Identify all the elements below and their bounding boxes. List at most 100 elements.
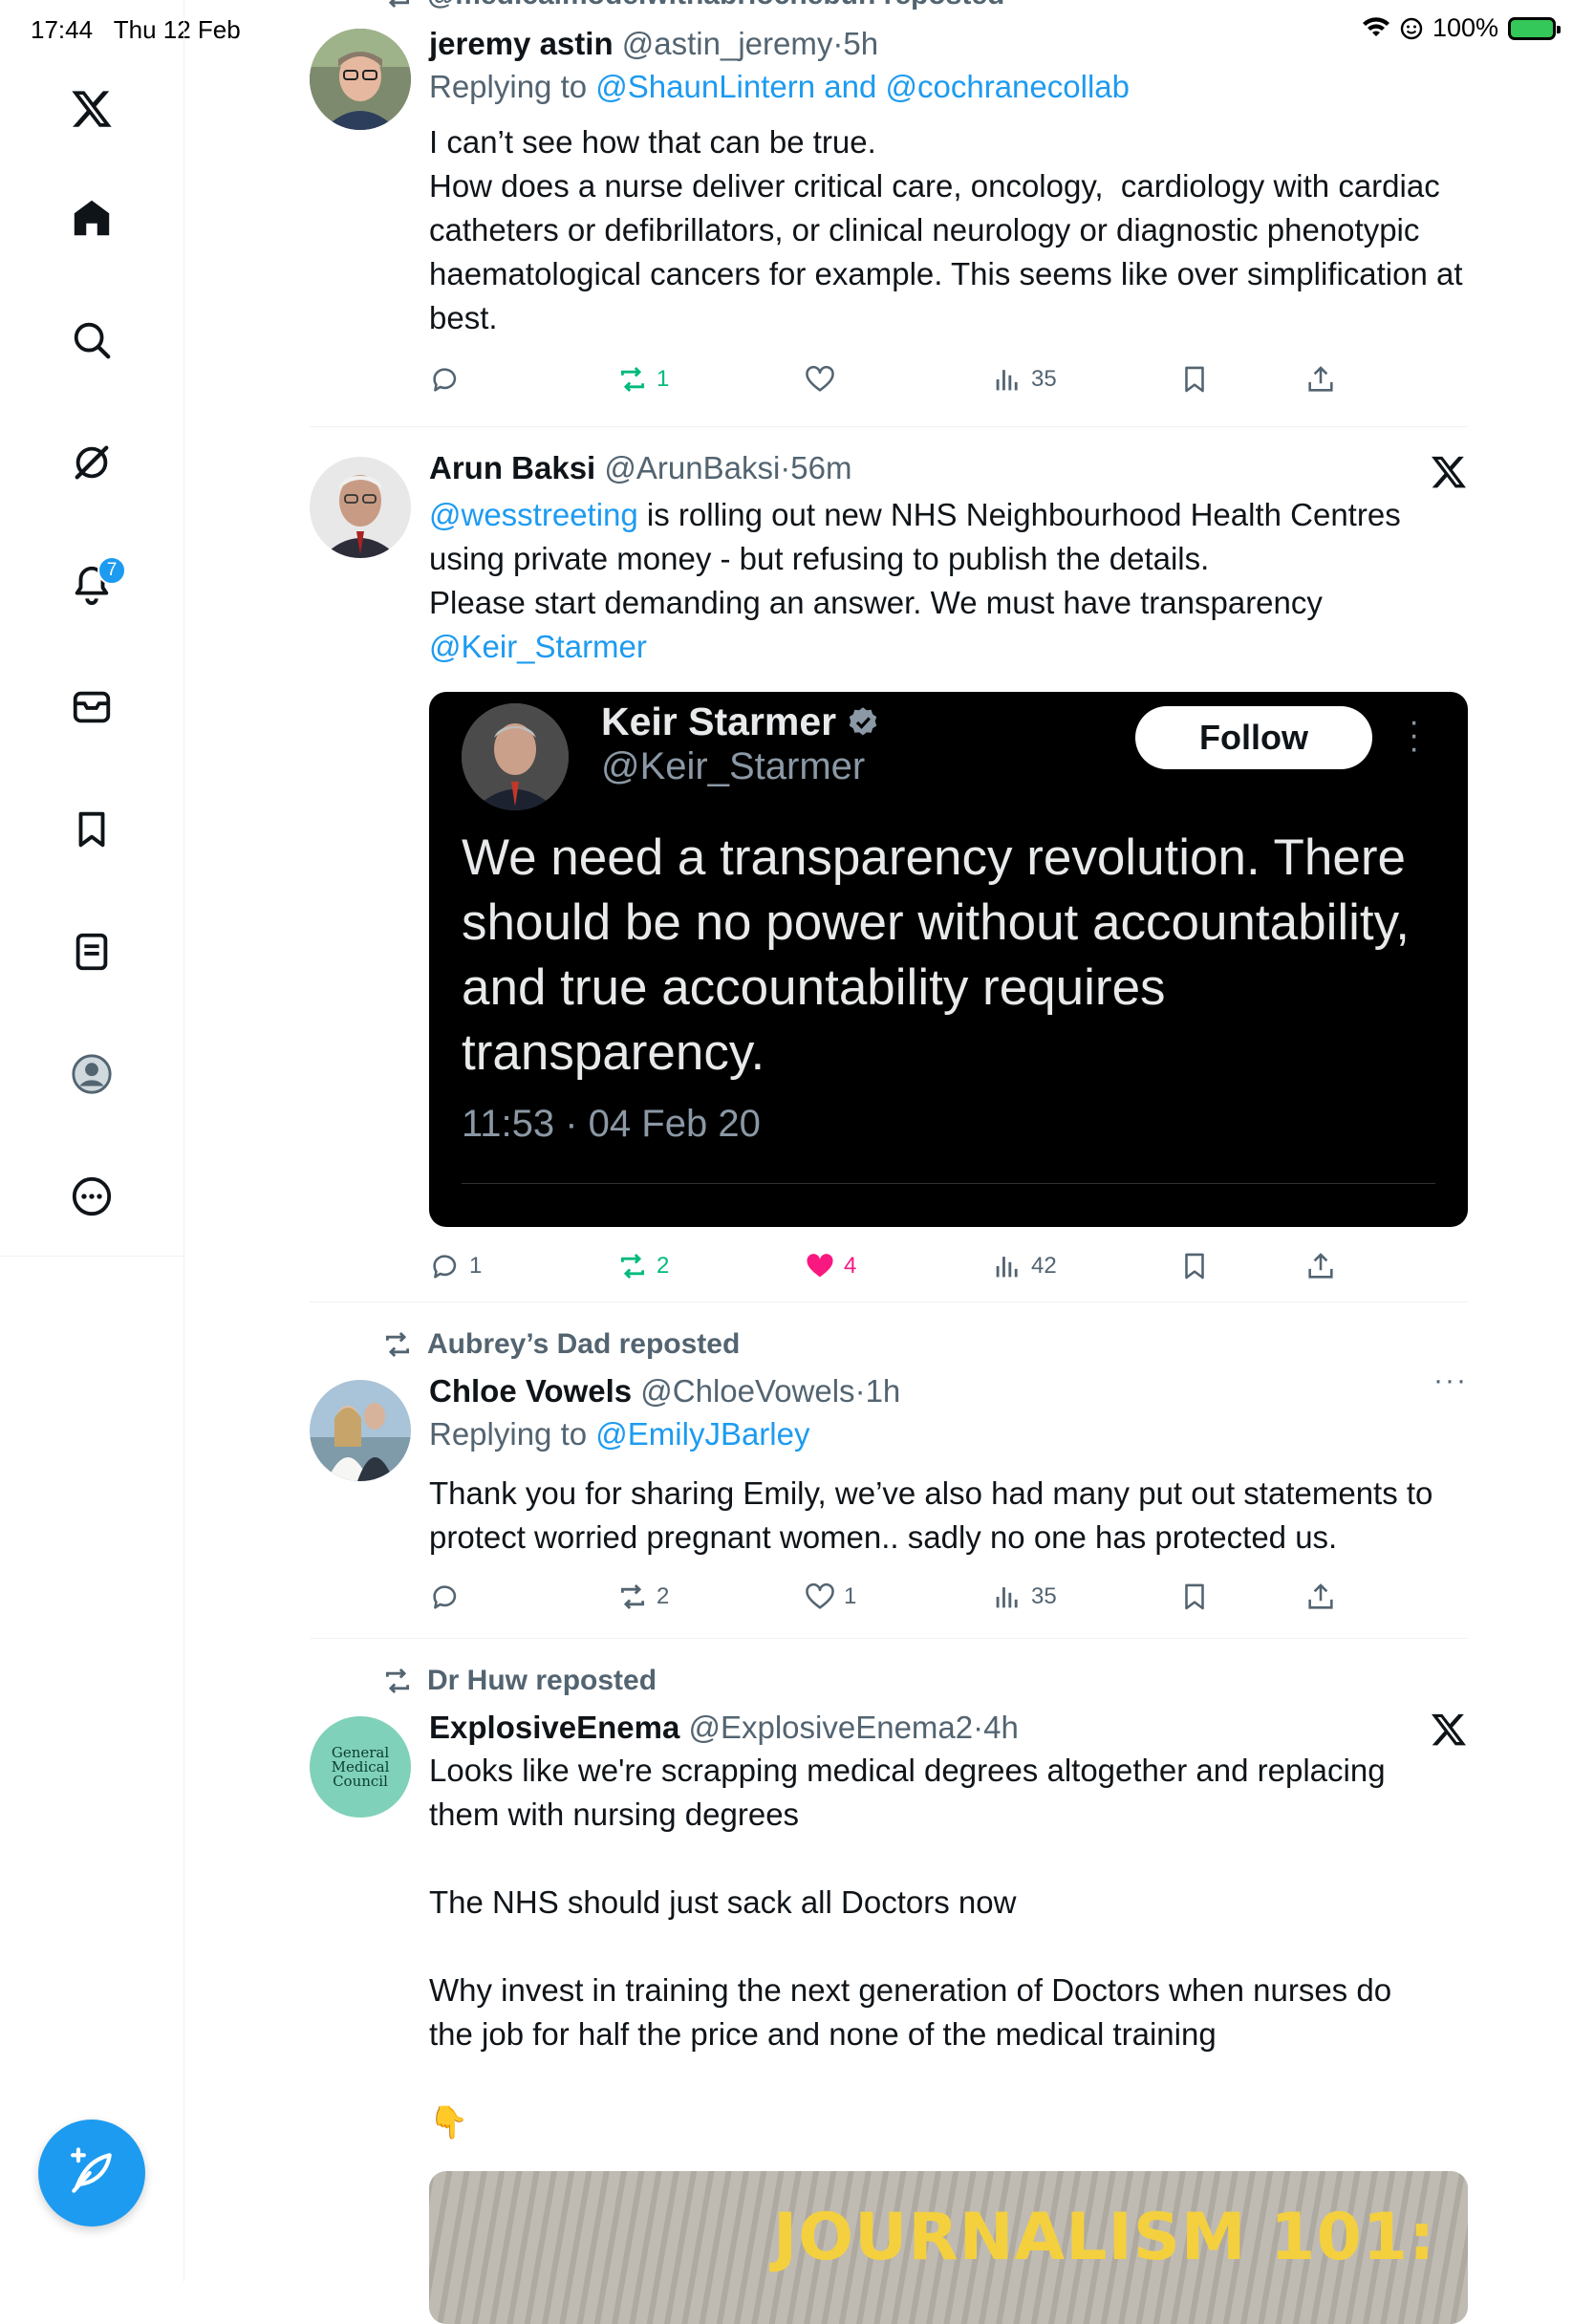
reply-button[interactable]: 1 [429, 1250, 482, 1282]
views-icon [996, 1257, 1018, 1278]
lists-icon[interactable] [63, 923, 120, 980]
avatar-text: General Medical Council [331, 1743, 390, 1790]
bookmark-icon [1185, 366, 1204, 393]
notifications-bell-icon[interactable]: 7 [63, 556, 126, 613]
replying-to: Replying to @EmilyJBarley [429, 1416, 810, 1452]
separator: · [973, 1710, 984, 1745]
tweet-time[interactable]: 4h [983, 1710, 1019, 1745]
tweet-time[interactable]: 5h [843, 26, 878, 61]
avatar[interactable]: General Medical Council [310, 1716, 411, 1818]
share-button[interactable] [1304, 1581, 1337, 1613]
bookmark-button[interactable] [1178, 1581, 1211, 1613]
kebab-menu-icon: · · · [1409, 703, 1420, 766]
tweet-time[interactable]: 56m [790, 450, 851, 485]
share-button[interactable] [1304, 1250, 1337, 1282]
embed-divider [462, 1183, 1435, 1184]
views-button[interactable]: 42 [991, 1250, 1057, 1282]
repost-icon [385, 1668, 410, 1694]
repost-button[interactable]: 1 [616, 363, 669, 396]
grok-icon[interactable] [63, 434, 120, 491]
views-icon [996, 370, 1018, 391]
tweet-header: ExplosiveEnema @ExplosiveEnema2·4h [429, 1709, 1422, 1747]
embed-author-handle: @Keir_Starmer [601, 745, 866, 787]
tweet-header: jeremy astin @astin_jeremy·5h [429, 25, 1468, 63]
replying-to: Replying to @ShaunLintern and @cochranec… [429, 69, 1130, 104]
replying-to-link[interactable]: @ShaunLintern and @cochranecollab [595, 69, 1130, 104]
tweet-body: ExplosiveEnema @ExplosiveEnema2·4h Looks… [429, 1709, 1422, 2144]
views-icon [996, 1587, 1018, 1608]
embed-author-name: Keir Starmer [601, 699, 880, 744]
reply-button[interactable] [429, 1581, 469, 1613]
mention-link[interactable]: @wesstreeting [429, 497, 638, 532]
tweet-header: Chloe Vowels @ChloeVowels·1h [429, 1372, 1422, 1410]
tweet-actions: 1 2 4 42 [429, 1250, 1346, 1288]
tweet-actions: 2 1 35 [429, 1581, 1346, 1619]
author-handle[interactable]: @astin_jeremy [622, 26, 833, 61]
embed-date: 11:53 · 04 Feb 20 [462, 1103, 761, 1145]
replying-to-link[interactable]: @EmilyJBarley [595, 1416, 809, 1452]
more-options-icon[interactable]: ··· [1433, 1365, 1468, 1397]
compose-button[interactable] [38, 2120, 145, 2227]
tweet-image[interactable]: JOURNALISM 101: [429, 2171, 1468, 2324]
image-overlay-text: JOURNALISM 101: [773, 2200, 1436, 2275]
repost-button[interactable]: 2 [616, 1581, 669, 1613]
bookmarks-icon[interactable] [63, 801, 120, 858]
embedded-image[interactable]: Keir Starmer @Keir_Starmer Follow · · · We… [429, 692, 1468, 1227]
like-button[interactable]: 1 [804, 1581, 856, 1613]
author-name[interactable]: Arun Baksi [429, 450, 595, 485]
tweet-header: Arun Baksi @ArunBaksi·56m [429, 449, 1422, 487]
tweet-body-text: Thank you for sharing Emily, we’ve also … [429, 1472, 1468, 1560]
bookmark-icon [1185, 1253, 1204, 1280]
home-icon[interactable] [63, 189, 120, 247]
tweet-divider [310, 1638, 1468, 1639]
like-button[interactable] [804, 363, 844, 396]
tweet-text: Looks like we're scrapping medical degre… [429, 1753, 1392, 2140]
embed-avatar [462, 703, 569, 810]
share-icon [1308, 366, 1333, 392]
more-options-icon[interactable] [63, 1168, 120, 1225]
reply-icon [433, 368, 457, 392]
messages-icon[interactable] [63, 678, 120, 736]
bookmark-icon [1185, 1583, 1204, 1610]
author-handle[interactable]: @ExplosiveEnema2 [688, 1710, 973, 1745]
repost-indicator: Dr Huw reposted [381, 1665, 657, 1697]
author-name[interactable]: Chloe Vowels [429, 1373, 632, 1409]
like-button[interactable]: 4 [804, 1250, 856, 1282]
views-button[interactable]: 35 [991, 363, 1057, 396]
heart-filled-icon [807, 1254, 833, 1278]
tweet-time[interactable]: 1h [866, 1373, 901, 1409]
author-handle[interactable]: @ChloeVowels [640, 1373, 854, 1409]
mention-link[interactable]: @Keir_Starmer [429, 629, 647, 664]
avatar[interactable] [310, 1380, 411, 1481]
share-icon [1308, 1583, 1333, 1609]
author-handle[interactable]: @ArunBaksi [604, 450, 780, 485]
share-button[interactable] [1304, 363, 1337, 396]
tweet-text: Thank you for sharing Emily, we’ve also … [429, 1475, 1442, 1555]
repost-icon [620, 1583, 645, 1610]
bookmark-button[interactable] [1178, 363, 1211, 396]
tweet-body: Chloe Vowels @ChloeVowels·1h Replying to… [429, 1372, 1422, 1456]
bookmark-button[interactable] [1178, 1250, 1211, 1282]
battery-icon [1508, 16, 1561, 40]
sidebar-divider [0, 1256, 183, 1257]
profile-avatar-icon[interactable] [63, 1045, 120, 1103]
x-logo-icon[interactable] [63, 80, 120, 138]
repost-icon [388, 0, 410, 9]
heart-icon [806, 1582, 834, 1609]
search-icon[interactable] [63, 312, 120, 369]
tweet-body: Arun Baksi @ArunBaksi·56m @wesstreeting … [429, 449, 1422, 669]
notifications-badge: 7 [97, 556, 126, 585]
separator: · [780, 450, 791, 485]
tweet-text: @wesstreeting is rolling out new NHS Nei… [429, 497, 1401, 664]
reply-button[interactable] [429, 363, 469, 396]
avatar[interactable] [310, 457, 411, 558]
tweet-actions: 1 35 [429, 363, 1346, 401]
repost-button[interactable]: 2 [616, 1250, 669, 1282]
avatar[interactable] [310, 29, 411, 130]
author-name[interactable]: ExplosiveEnema [429, 1710, 679, 1745]
repost-icon [620, 366, 645, 393]
views-button[interactable]: 35 [991, 1581, 1057, 1613]
compose-feather-icon [71, 2147, 112, 2193]
repost-indicator: Aubrey’s Dad reposted [381, 1328, 740, 1361]
author-name[interactable]: jeremy astin [429, 26, 614, 61]
